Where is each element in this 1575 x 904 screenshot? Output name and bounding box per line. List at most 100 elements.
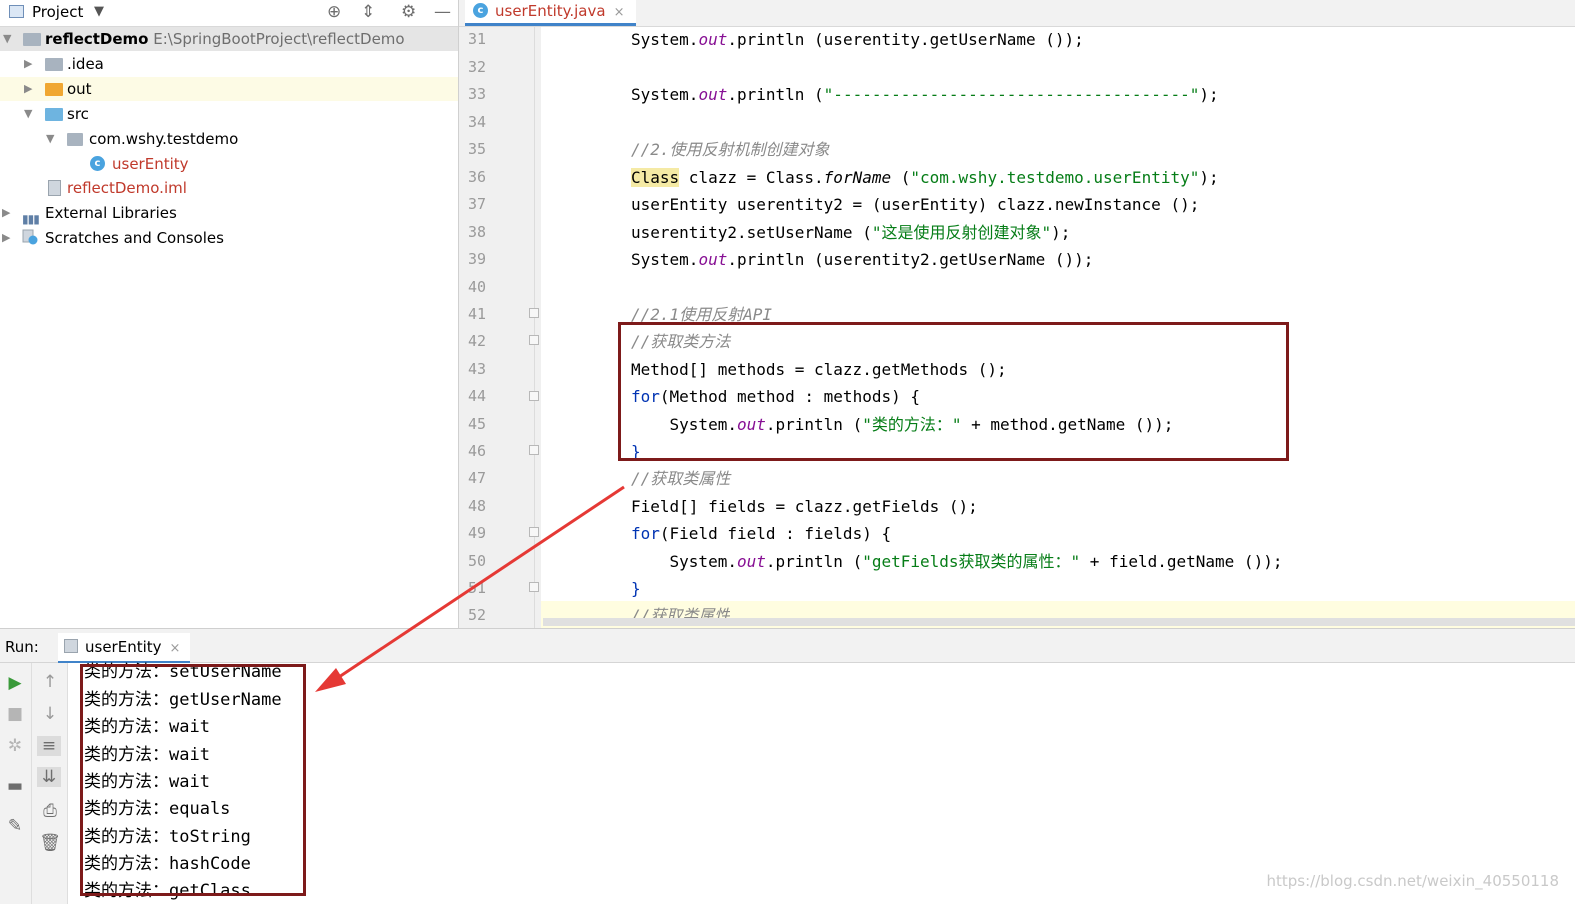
chevron-down-icon[interactable]: ▼ bbox=[3, 27, 11, 51]
line-number: 48 bbox=[468, 497, 487, 515]
project-icon bbox=[9, 5, 24, 18]
horizontal-scrollbar[interactable] bbox=[543, 618, 1575, 626]
minimize-icon[interactable]: — bbox=[434, 1, 451, 23]
gear-icon[interactable]: ⚙ bbox=[401, 1, 416, 23]
editor-tab-bar: c userEntity.java × bbox=[459, 0, 1575, 27]
arrow-up-icon[interactable]: ↑ bbox=[38, 672, 62, 692]
code-token: out bbox=[698, 30, 728, 49]
run-toolbar-primary: ▶ ■ ✲ ▬ ✎ bbox=[0, 663, 32, 904]
pin-icon[interactable]: ✎ bbox=[3, 816, 27, 836]
scratches-icon bbox=[22, 229, 38, 245]
code-token: .println ( bbox=[765, 552, 863, 571]
code-token: ); bbox=[1199, 85, 1219, 104]
code-line-52: //获取类属性 bbox=[631, 602, 730, 618]
project-tree: ▼ reflectDemo E:\SpringBootProject\refle… bbox=[0, 27, 458, 627]
line-number: 33 bbox=[468, 85, 487, 103]
tree-item-package[interactable]: ▼ com.wshy.testdemo bbox=[0, 127, 458, 151]
module-file-icon bbox=[48, 180, 61, 196]
arrow-down-icon[interactable]: ↓ bbox=[38, 704, 62, 724]
line-number: 36 bbox=[468, 168, 487, 186]
folder-icon bbox=[45, 83, 63, 96]
fold-marker-icon[interactable] bbox=[529, 308, 539, 318]
tab-userentity-java[interactable]: c userEntity.java × bbox=[465, 0, 637, 26]
fold-marker-icon[interactable] bbox=[529, 582, 539, 592]
trash-icon[interactable]: 🗑 bbox=[38, 833, 62, 853]
tree-item-label: src bbox=[67, 105, 89, 123]
chevron-down-icon[interactable]: ▼ bbox=[24, 102, 32, 126]
code-token: out bbox=[698, 250, 728, 269]
tree-item-scratches[interactable]: ▶ Scratches and Consoles bbox=[0, 226, 458, 250]
code-line-51: } bbox=[631, 575, 641, 602]
tree-item-reflectdemo[interactable]: ▼ reflectDemo E:\SpringBootProject\refle… bbox=[0, 27, 458, 51]
fold-marker-icon[interactable] bbox=[529, 527, 539, 537]
code-line-48: Field[] fields = clazz.getFields (); bbox=[631, 493, 978, 520]
line-number: 35 bbox=[468, 140, 487, 158]
line-number: 50 bbox=[468, 552, 487, 570]
code-token: ); bbox=[1199, 168, 1219, 187]
project-panel-header: Project ▼ ⊕ ⇕ ⚙ — bbox=[0, 0, 458, 27]
source-folder-icon bbox=[45, 108, 63, 121]
code-token: ( bbox=[891, 168, 911, 187]
close-icon[interactable]: × bbox=[614, 5, 625, 20]
scroll-to-end-icon[interactable]: ⇊ bbox=[37, 767, 61, 787]
chevron-right-icon[interactable]: ▶ bbox=[24, 52, 32, 76]
line-number: 51 bbox=[468, 579, 487, 597]
line-number: 47 bbox=[468, 469, 487, 487]
soft-wrap-icon[interactable]: ≡ bbox=[37, 736, 61, 756]
folder-icon bbox=[45, 58, 63, 71]
fold-marker-icon[interactable] bbox=[529, 391, 539, 401]
line-number: 52 bbox=[468, 606, 487, 624]
code-line-35: //2.使用反射机制创建对象 bbox=[631, 136, 830, 163]
code-comment: //2.使用反射机制创建对象 bbox=[631, 140, 830, 159]
tree-item-src[interactable]: ▼ src bbox=[0, 102, 458, 126]
tree-item-idea[interactable]: ▶ .idea bbox=[0, 52, 458, 76]
code-token: userentity2.setUserName ( bbox=[631, 223, 872, 242]
line-number: 31 bbox=[468, 30, 487, 48]
run-label: Run: bbox=[5, 638, 39, 656]
chevron-right-icon[interactable]: ▶ bbox=[2, 226, 10, 250]
rerun-icon[interactable]: ▶ bbox=[3, 673, 27, 693]
package-icon bbox=[67, 133, 83, 146]
code-token: out bbox=[736, 552, 766, 571]
project-panel-title[interactable]: Project bbox=[32, 3, 83, 21]
tree-item-path: E:\SpringBootProject\reflectDemo bbox=[153, 30, 405, 48]
tree-item-out[interactable]: ▶ out bbox=[0, 77, 458, 101]
chevron-down-icon[interactable]: ▼ bbox=[46, 127, 54, 151]
code-token: clazz = Class. bbox=[679, 168, 824, 187]
module-folder-icon bbox=[23, 33, 41, 46]
line-number: 38 bbox=[468, 223, 487, 241]
tree-item-label: Scratches and Consoles bbox=[45, 229, 224, 247]
line-number: 43 bbox=[468, 360, 487, 378]
layout-icon[interactable]: ▬ bbox=[3, 776, 27, 796]
fold-marker-icon[interactable] bbox=[529, 335, 539, 345]
run-tab-label: userEntity bbox=[85, 638, 162, 656]
code-comment: //获取类属性 bbox=[631, 606, 731, 618]
locate-icon[interactable]: ⊕ bbox=[327, 1, 341, 23]
print-icon[interactable]: ⎙ bbox=[38, 801, 62, 821]
tree-item-iml[interactable]: reflectDemo.iml bbox=[0, 176, 458, 200]
code-token: forName bbox=[823, 168, 892, 187]
collapse-all-icon[interactable]: ⇕ bbox=[361, 1, 375, 23]
tree-item-label: External Libraries bbox=[45, 204, 177, 222]
line-number: 42 bbox=[468, 332, 487, 350]
java-class-icon: c bbox=[90, 156, 105, 171]
line-number: 49 bbox=[468, 524, 487, 542]
line-number: 40 bbox=[468, 278, 487, 296]
chevron-right-icon[interactable]: ▶ bbox=[24, 77, 32, 101]
tree-item-label: reflectDemo bbox=[45, 30, 149, 48]
java-class-icon: c bbox=[473, 3, 488, 18]
close-icon[interactable]: × bbox=[170, 641, 181, 656]
code-token: "-------------------------------------" bbox=[823, 85, 1200, 104]
fold-marker-icon[interactable] bbox=[529, 445, 539, 455]
watermark: https://blog.csdn.net/weixin_40550118 bbox=[1266, 872, 1559, 890]
stop-icon[interactable]: ■ bbox=[3, 704, 27, 724]
tree-item-userentity[interactable]: c userEntity bbox=[0, 152, 458, 176]
debug-icon[interactable]: ✲ bbox=[3, 736, 27, 756]
tree-item-external-libraries[interactable]: ▶ ▮▮▮ External Libraries bbox=[0, 201, 458, 226]
line-number: 32 bbox=[468, 58, 487, 76]
annotation-box-output bbox=[80, 664, 306, 896]
code-keyword: for bbox=[631, 524, 660, 543]
code-token: userEntity userentity2 = (userEntity) cl… bbox=[631, 195, 1200, 214]
chevron-down-icon[interactable]: ▼ bbox=[94, 4, 104, 19]
chevron-right-icon[interactable]: ▶ bbox=[2, 201, 10, 225]
